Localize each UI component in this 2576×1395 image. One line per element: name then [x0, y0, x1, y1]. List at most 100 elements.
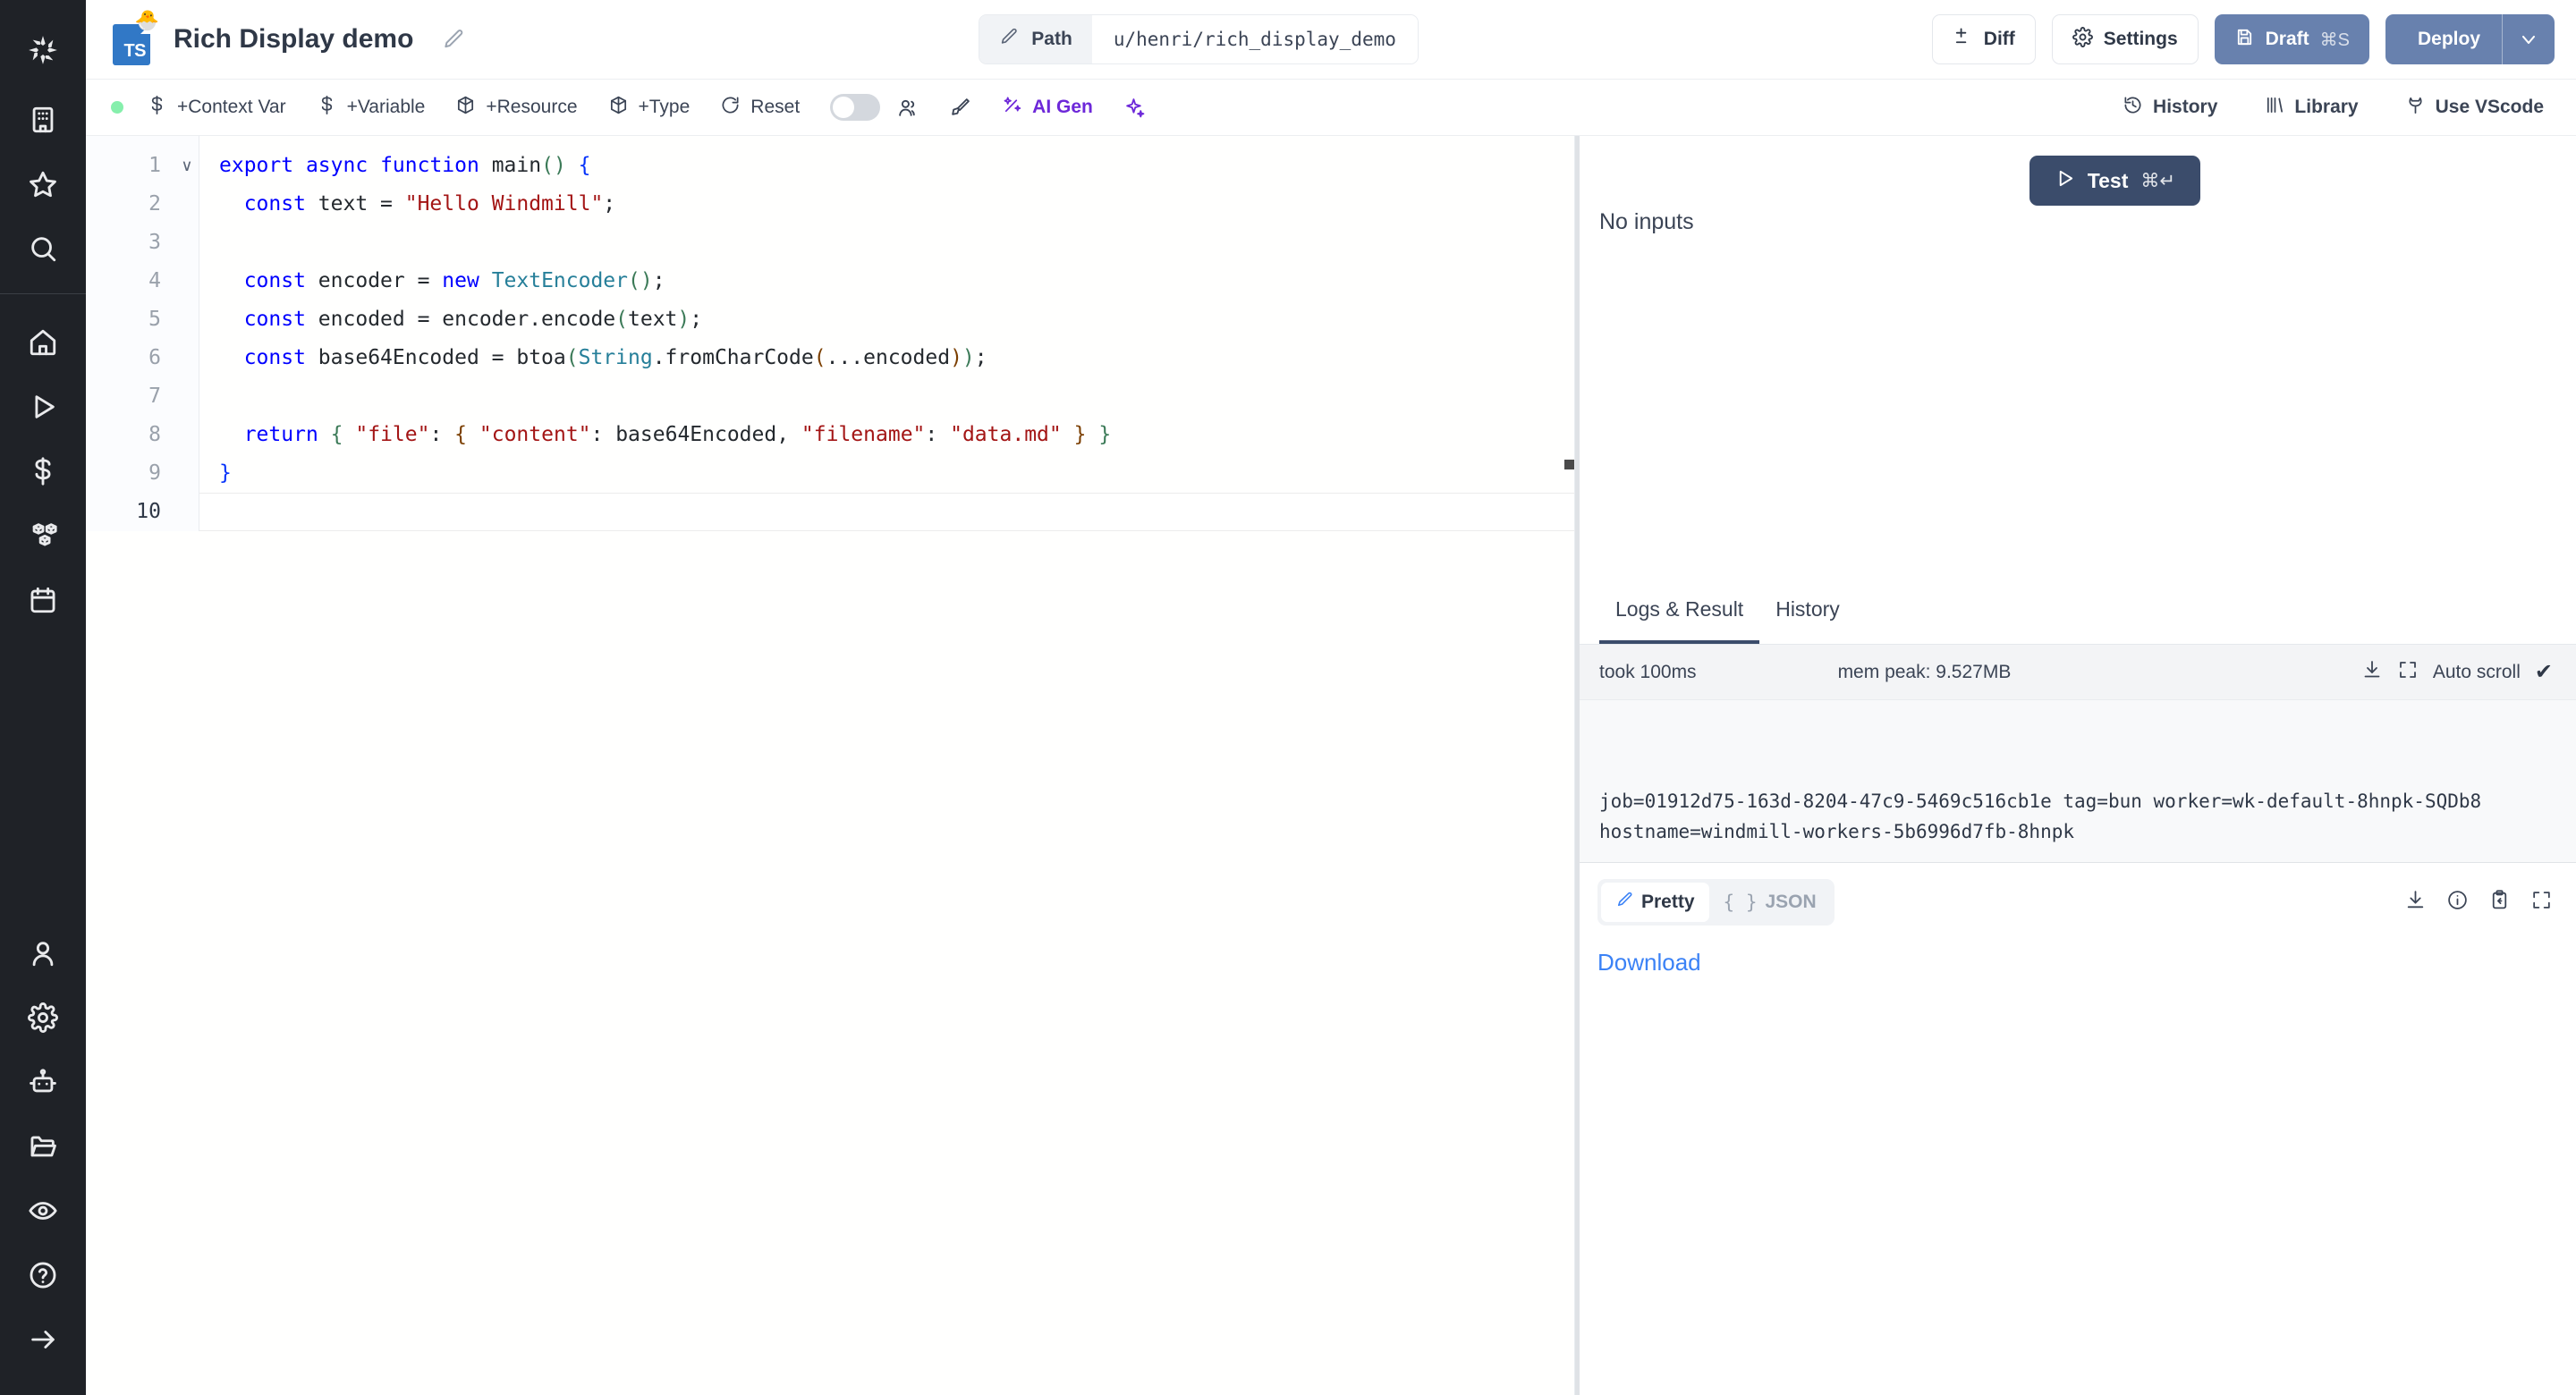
clipboard-icon[interactable] — [2488, 889, 2511, 916]
draft-button[interactable]: Draft ⌘S — [2215, 14, 2369, 64]
windmill-logo-icon[interactable] — [0, 13, 86, 88]
sidebar-item-home[interactable] — [0, 310, 86, 375]
code-text[interactable]: export async function main() { const tex… — [199, 136, 1575, 531]
sidebar-item-resources[interactable] — [0, 503, 86, 568]
sidebar-item-variables[interactable] — [0, 439, 86, 503]
deploy-label: Deploy — [2418, 29, 2480, 50]
code-line — [199, 224, 1575, 262]
code-area: 1 2 3 4 5 6 7 8 9 10 ∨ e — [86, 136, 1575, 531]
result-section: Pretty { } JSON — [1580, 862, 2576, 1395]
no-inputs-text: No inputs — [1599, 209, 2549, 235]
line-number: 10 — [86, 493, 175, 531]
line-number: 2 — [86, 185, 175, 224]
braces-icon: { } — [1724, 892, 1758, 913]
sidebar-item-folders[interactable] — [0, 1114, 86, 1179]
history-icon — [2123, 95, 2143, 121]
sidebar-item-schedules[interactable] — [0, 568, 86, 632]
expand-logs-icon[interactable] — [2397, 659, 2419, 686]
line-number: 4 — [86, 262, 175, 300]
expand-sidebar-icon[interactable] — [0, 1307, 86, 1372]
sidebar-item-help[interactable] — [0, 1243, 86, 1307]
add-type-button[interactable]: +Type — [608, 95, 691, 121]
format-brush-icon[interactable] — [949, 97, 971, 119]
download-result-link[interactable]: Download — [1597, 949, 2553, 976]
diff-button[interactable]: Diff — [1932, 14, 2036, 64]
fold-chevron-icon[interactable]: ∨ — [175, 147, 199, 185]
test-label: Test — [2088, 169, 2129, 193]
expand-result-icon[interactable] — [2530, 889, 2553, 916]
scrollbar-thumb[interactable] — [1564, 460, 1574, 469]
diff-icon — [1953, 27, 1973, 53]
use-vscode-label: Use VScode — [2436, 97, 2544, 118]
sidebar-item-workers[interactable] — [0, 1050, 86, 1114]
download-logs-icon[interactable] — [2361, 659, 2383, 686]
add-resource-button[interactable]: +Resource — [455, 95, 577, 121]
path-pencil-icon — [999, 27, 1019, 52]
github-icon — [2405, 95, 2426, 121]
json-view-button[interactable]: { } JSON — [1709, 883, 1831, 922]
sidebar-item-settings[interactable] — [0, 985, 86, 1050]
editor-vertical-scrollbar[interactable] — [1564, 136, 1575, 1395]
settings-label: Settings — [2104, 29, 2178, 50]
line-number: 7 — [86, 377, 175, 416]
typescript-file-icon: TS 🐣 — [113, 17, 154, 62]
sparkles-icon[interactable] — [1123, 97, 1146, 119]
right-panel: Test ⌘↵ No inputs Logs & Result History … — [1580, 136, 2576, 1395]
code-line: const encoded = encoder.encode(text); — [199, 300, 1575, 339]
sidebar-item-audit-logs[interactable] — [0, 1179, 86, 1243]
code-line-current — [199, 493, 1575, 531]
log-actions: Auto scroll ✔ — [2361, 659, 2553, 686]
logs-output: job=01912d75-163d-8204-47c9-5469c516cb1e… — [1580, 700, 2576, 862]
line-number: 1 — [86, 147, 175, 185]
sidebar-item-users[interactable] — [0, 921, 86, 985]
info-icon[interactable] — [2446, 889, 2469, 916]
line-number: 9 — [86, 454, 175, 493]
path-area: Path u/henri/rich_display_demo — [465, 14, 1931, 64]
deploy-button[interactable]: Deploy — [2385, 14, 2502, 64]
collaborators-icon[interactable] — [896, 97, 919, 119]
edit-title-pencil-icon[interactable] — [442, 28, 465, 51]
box-icon — [608, 95, 629, 121]
ai-gen-button[interactable]: AI Gen — [1002, 95, 1093, 121]
inputs-section: Test ⌘↵ No inputs — [1580, 136, 2576, 579]
history-button[interactable]: History — [2123, 95, 2217, 121]
chevron-down-icon[interactable] — [2503, 14, 2555, 64]
download-result-icon[interactable] — [2404, 889, 2427, 916]
auto-scroll-label[interactable]: Auto scroll — [2433, 662, 2521, 683]
run-meta-bar: took 100ms mem peak: 9.527MB Auto scroll… — [1580, 645, 2576, 700]
settings-button[interactable]: Settings — [2052, 14, 2199, 64]
library-label: Library — [2294, 97, 2358, 118]
mem-peak: mem peak: 9.527MB — [1838, 662, 2012, 683]
test-button[interactable]: Test ⌘↵ — [2029, 156, 2200, 206]
pretty-label: Pretty — [1641, 892, 1695, 913]
sidebar-item-runs[interactable] — [0, 375, 86, 439]
library-button[interactable]: Library — [2264, 95, 2358, 121]
use-vscode-button[interactable]: Use VScode — [2405, 95, 2544, 121]
collab-toggle[interactable] — [830, 94, 880, 121]
path-field[interactable]: Path u/henri/rich_display_demo — [979, 14, 1419, 64]
left-sidebar — [0, 0, 86, 1395]
add-variable-button[interactable]: +Variable — [317, 95, 426, 121]
reset-button[interactable]: Reset — [720, 95, 800, 121]
reset-icon — [720, 95, 741, 121]
sidebar-item-favorites[interactable] — [0, 152, 86, 216]
auto-scroll-check-icon[interactable]: ✔ — [2535, 659, 2553, 685]
pretty-view-button[interactable]: Pretty — [1601, 883, 1709, 922]
script-toolbar: +Context Var +Variable +Resource +Type R… — [86, 80, 2576, 136]
code-line: export async function main() { — [199, 147, 1575, 185]
path-value[interactable]: u/henri/rich_display_demo — [1092, 15, 1418, 63]
code-line: const text = "Hello Windmill"; — [199, 185, 1575, 224]
log-line: job=01912d75-163d-8204-47c9-5469c516cb1e… — [1599, 786, 2549, 847]
add-context-var-label: +Context Var — [177, 97, 286, 118]
code-line: const base64Encoded = btoa(String.fromCh… — [199, 339, 1575, 377]
sidebar-item-workspace[interactable] — [0, 88, 86, 152]
status-badge — [111, 101, 123, 114]
code-editor[interactable]: 1 2 3 4 5 6 7 8 9 10 ∨ e — [86, 136, 1575, 1395]
add-context-var-button[interactable]: +Context Var — [147, 95, 286, 121]
tab-history[interactable]: History — [1759, 578, 1856, 644]
code-fold-gutter[interactable]: ∨ — [175, 136, 199, 531]
code-line: return { "file": { "content": base64Enco… — [199, 416, 1575, 454]
tab-logs-result[interactable]: Logs & Result — [1599, 578, 1759, 644]
code-line: const encoder = new TextEncoder(); — [199, 262, 1575, 300]
sidebar-item-search[interactable] — [0, 216, 86, 281]
